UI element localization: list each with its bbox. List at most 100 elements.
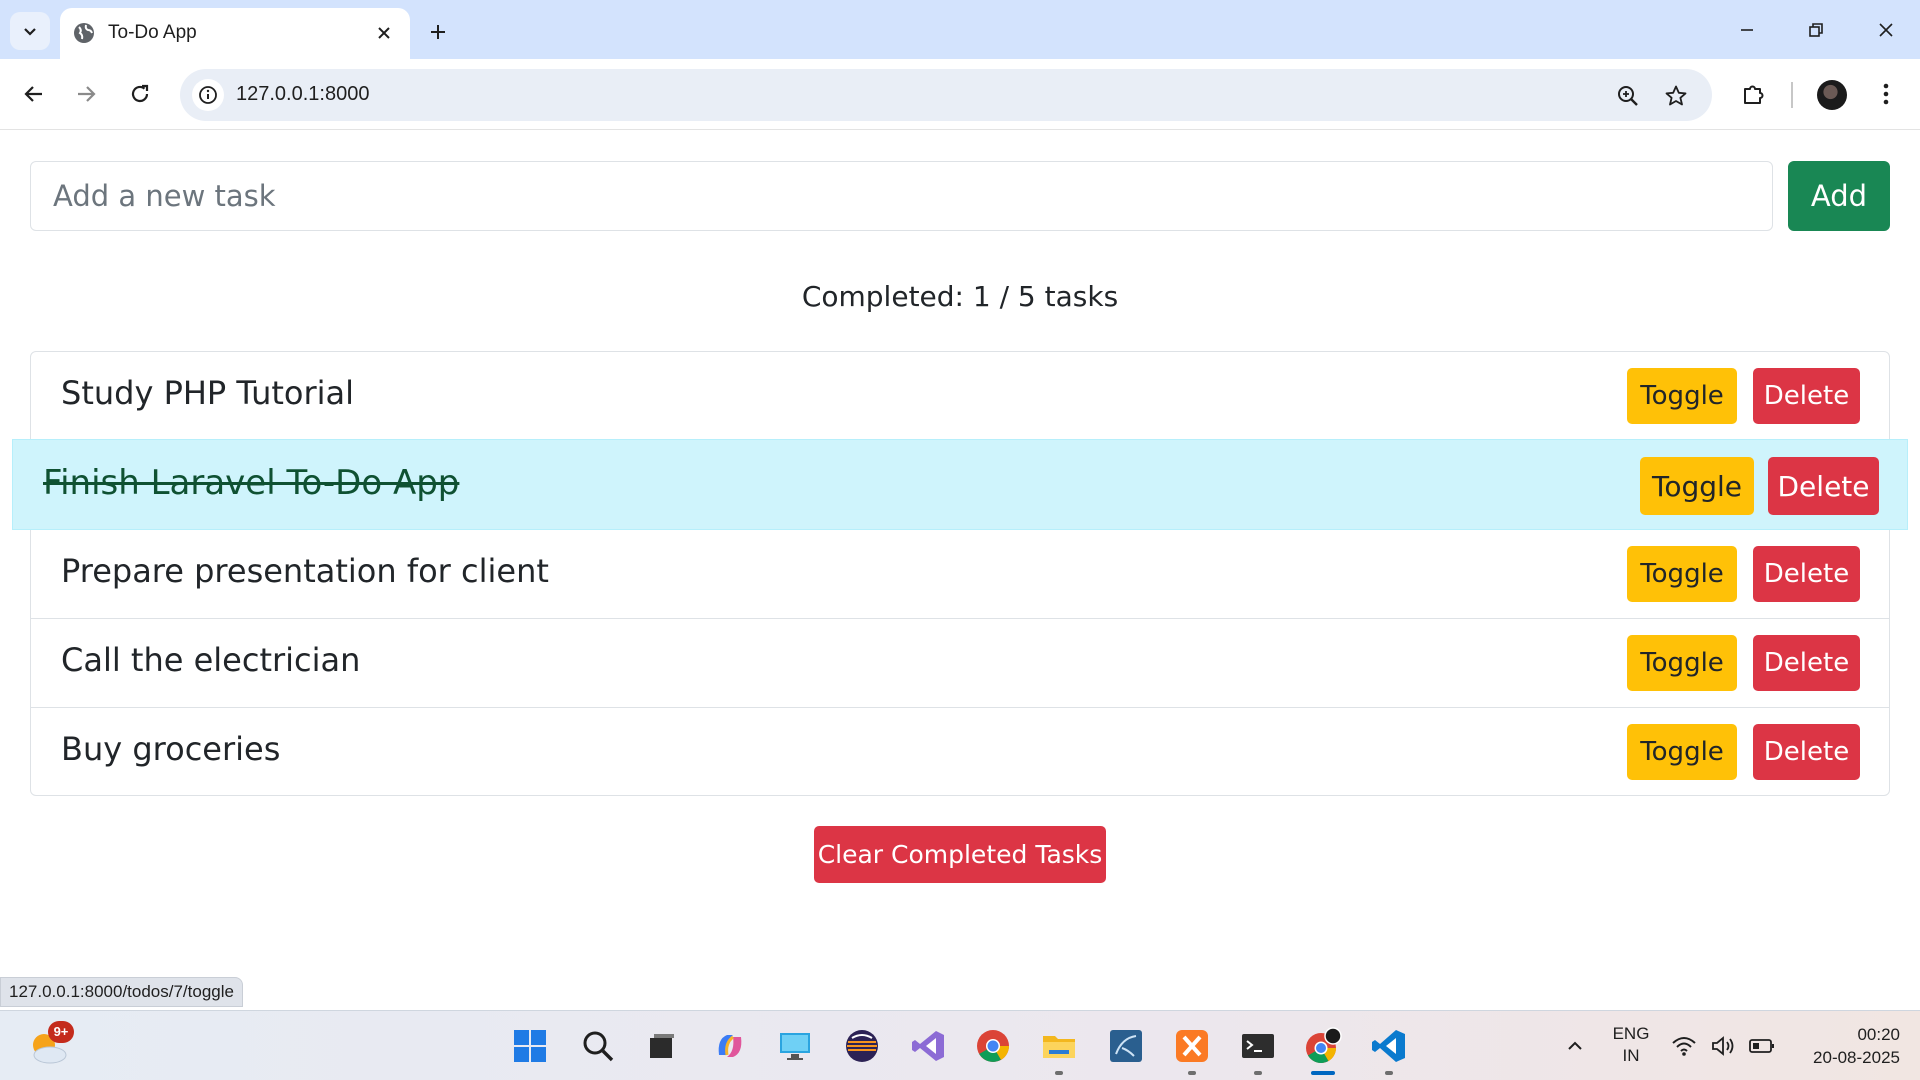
xampp-button[interactable]: [1171, 1025, 1213, 1075]
completed-summary: Completed: 1 / 5 tasks: [801, 280, 1119, 313]
wifi-status[interactable]: [1668, 1025, 1700, 1067]
minimize-icon: [1741, 29, 1753, 31]
vscode-button[interactable]: [1368, 1025, 1410, 1075]
plus-icon: [431, 25, 445, 39]
visual-studio-button[interactable]: [907, 1025, 949, 1067]
chevron-down-icon: [24, 28, 36, 36]
taskbar: 9+ ENG IN 00:20 20-08-2025: [0, 1010, 1920, 1080]
running-indicator: [1254, 1071, 1262, 1075]
reload-button[interactable]: [122, 76, 158, 112]
task-row: Call the electrician Toggle Delete: [31, 619, 1889, 708]
speaker-icon: [1712, 1036, 1734, 1056]
task-view-icon: [650, 1034, 674, 1058]
wifi-icon: [1672, 1037, 1696, 1056]
mysql-workbench-button[interactable]: [1105, 1025, 1147, 1067]
globe-icon: [74, 23, 94, 43]
status-bar-link: 127.0.0.1:8000/todos/7/toggle: [0, 977, 243, 1007]
search-icon: [583, 1031, 614, 1062]
xampp-icon: [1176, 1030, 1208, 1062]
extensions-button[interactable]: [1736, 76, 1772, 112]
chrome-profile-button[interactable]: [1302, 1025, 1344, 1075]
new-task-input[interactable]: [30, 161, 1773, 231]
eclipse-icon: [846, 1030, 878, 1062]
browser-toolbar: 127.0.0.1:8000: [0, 59, 1920, 130]
add-task-button[interactable]: Add: [1788, 161, 1890, 231]
start-button[interactable]: [509, 1025, 551, 1067]
toggle-button[interactable]: Toggle: [1640, 457, 1754, 515]
forward-button[interactable]: [68, 76, 104, 112]
zoom-in-icon: [1618, 86, 1638, 106]
taskbar-search-button[interactable]: [577, 1025, 619, 1067]
zoom-button[interactable]: [1614, 82, 1642, 110]
clock-time: 00:20: [1857, 1025, 1900, 1044]
reload-icon: [131, 84, 149, 103]
delete-button[interactable]: Delete: [1753, 635, 1860, 691]
chrome-button[interactable]: [972, 1025, 1014, 1067]
profile-avatar[interactable]: [1817, 80, 1847, 110]
tab-search-button[interactable]: [10, 12, 50, 50]
puzzle-icon: [1744, 85, 1764, 104]
toolbar-divider: [1791, 82, 1793, 108]
vscode-icon: [1372, 1030, 1405, 1062]
back-button[interactable]: [16, 76, 52, 112]
weather-widget[interactable]: 9+: [26, 1021, 74, 1069]
visual-studio-icon: [912, 1031, 944, 1061]
browser-tab[interactable]: To-Do App: [60, 8, 410, 59]
new-tab-button[interactable]: [420, 14, 456, 50]
tab-close-button[interactable]: [372, 21, 396, 45]
chrome-profile-icon: [1306, 1027, 1342, 1064]
active-indicator: [1311, 1071, 1335, 1075]
task-title: Call the electrician: [61, 641, 361, 679]
toggle-button[interactable]: Toggle: [1627, 724, 1737, 780]
task-title: Buy groceries: [61, 730, 281, 768]
task-title-completed: Finish Laravel To-Do App: [43, 463, 460, 503]
url-text: 127.0.0.1:8000: [236, 83, 370, 105]
close-window-button[interactable]: [1863, 10, 1909, 50]
running-indicator: [1188, 1071, 1196, 1075]
delete-button[interactable]: Delete: [1753, 546, 1860, 602]
mysql-workbench-icon: [1110, 1030, 1142, 1062]
browser-menu-button[interactable]: [1868, 76, 1904, 112]
site-info-button[interactable]: [192, 79, 224, 111]
language-code: ENG: [1612, 1024, 1650, 1043]
toggle-button[interactable]: Toggle: [1627, 546, 1737, 602]
restore-button[interactable]: [1793, 10, 1839, 50]
close-icon: [1879, 23, 1893, 37]
clear-completed-button[interactable]: Clear Completed Tasks: [814, 826, 1106, 883]
toggle-button[interactable]: Toggle: [1627, 368, 1737, 424]
volume-status[interactable]: [1708, 1025, 1740, 1067]
battery-icon: [1749, 1039, 1774, 1053]
arrow-right-icon: [78, 86, 96, 102]
running-indicator: [1385, 1071, 1393, 1075]
windows-start-icon: [514, 1030, 546, 1062]
tab-title: To-Do App: [108, 22, 197, 43]
toggle-button[interactable]: Toggle: [1627, 635, 1737, 691]
delete-button[interactable]: Delete: [1753, 724, 1860, 780]
task-view-button[interactable]: [641, 1025, 683, 1067]
battery-status[interactable]: [1746, 1025, 1778, 1067]
language-indicator[interactable]: ENG IN: [1606, 1023, 1656, 1067]
file-explorer-button[interactable]: [1038, 1025, 1080, 1075]
running-indicator: [1055, 1071, 1063, 1075]
remote-desktop-button[interactable]: [774, 1025, 816, 1067]
copilot-button[interactable]: [709, 1025, 751, 1067]
terminal-icon: [1242, 1034, 1274, 1058]
region-code: IN: [1622, 1046, 1640, 1065]
minimize-button[interactable]: [1724, 10, 1770, 50]
task-row: Buy groceries Toggle Delete: [31, 708, 1889, 797]
delete-button[interactable]: Delete: [1768, 457, 1879, 515]
bookmark-button[interactable]: [1662, 82, 1690, 110]
system-clock[interactable]: 00:20 20-08-2025: [1790, 1023, 1900, 1069]
browser-tab-strip: To-Do App: [0, 0, 1920, 59]
eclipse-button[interactable]: [841, 1025, 883, 1067]
task-title: Study PHP Tutorial: [61, 374, 355, 412]
copilot-icon: [718, 1035, 742, 1057]
delete-button[interactable]: Delete: [1753, 368, 1860, 424]
show-hidden-icons-button[interactable]: [1554, 1025, 1596, 1067]
task-list: Study PHP Tutorial Toggle Delete Prepare…: [30, 351, 1890, 796]
address-bar[interactable]: 127.0.0.1:8000: [180, 69, 1712, 121]
restore-icon: [1809, 23, 1823, 37]
clock-date: 20-08-2025: [1813, 1048, 1900, 1067]
terminal-button[interactable]: [1237, 1025, 1279, 1075]
remote-desktop-icon: [780, 1033, 810, 1060]
